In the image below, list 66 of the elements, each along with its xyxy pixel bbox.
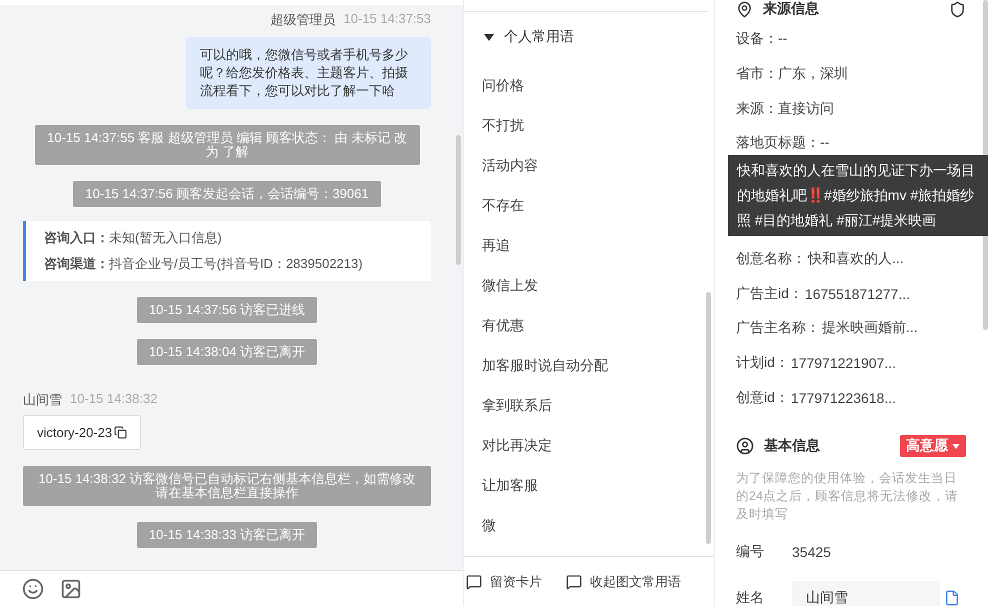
phrase-item[interactable]: 让加客服 bbox=[482, 466, 538, 506]
phrase-item[interactable]: 问价格 bbox=[482, 66, 524, 106]
notice-text: 为了保障您的使用体验，会话发生当日的24点之后，顾客信息将无法修改，请及时填写 bbox=[736, 470, 959, 524]
phrase-item[interactable]: 微信上发 bbox=[482, 266, 538, 306]
phrase-item[interactable]: 不存在 bbox=[482, 186, 524, 226]
phrase-item[interactable]: 有优惠 bbox=[482, 306, 524, 346]
system-notice: 10-15 14:37:56 访客已进线 bbox=[136, 297, 318, 323]
system-notice: 10-15 14:38:04 访客已离开 bbox=[136, 339, 318, 365]
row-label: 计划id： bbox=[736, 354, 789, 372]
group-label: 个人常用语 bbox=[504, 28, 574, 46]
action-button[interactable]: 留资卡片 bbox=[466, 572, 542, 590]
user-icon bbox=[736, 437, 754, 456]
sender-name: 超级管理员 bbox=[270, 11, 336, 29]
section-title: 来源信息 bbox=[763, 0, 819, 18]
scrollbar[interactable] bbox=[706, 292, 711, 544]
info-row: 省市：广东，深圳 bbox=[736, 65, 848, 84]
phrase-item[interactable]: 不打扰 bbox=[482, 106, 524, 146]
field-label: 编号 bbox=[736, 543, 765, 562]
copy-icon[interactable] bbox=[114, 426, 128, 439]
section-title: 基本信息 bbox=[764, 437, 820, 456]
row-label: 广告主名称： bbox=[736, 319, 820, 338]
phrase-item[interactable]: 微 bbox=[482, 506, 496, 546]
field-value: 35425 bbox=[792, 544, 831, 560]
info-row: 设备：-- bbox=[736, 30, 788, 48]
row-label: 创意名称： bbox=[736, 250, 806, 268]
image-icon[interactable] bbox=[60, 578, 82, 600]
system-notice: 10-15 14:38:32 访客微信号已自动标记右侧基本信息栏，如需修改请在基本信息栏直接操作 bbox=[23, 466, 431, 506]
message-time: 10-15 14:37:53 bbox=[344, 11, 431, 28]
phrase-item[interactable]: 拿到联系后 bbox=[482, 386, 552, 426]
row-value: 167551871277... bbox=[804, 286, 910, 302]
phrase-item[interactable]: 再追 bbox=[482, 226, 510, 266]
location-icon bbox=[736, 0, 753, 18]
system-notice: 10-15 14:37:56 顾客发起会话，会话编号：39061 bbox=[73, 181, 381, 207]
message-text: victory-20-23 bbox=[37, 425, 112, 440]
phrase-item[interactable]: 加客服时说自动分配 bbox=[482, 346, 608, 386]
document-icon[interactable] bbox=[944, 590, 960, 606]
caret-icon bbox=[952, 444, 960, 449]
row-value: 177971221907... bbox=[790, 355, 896, 372]
shield-icon[interactable] bbox=[949, 0, 966, 18]
row-label: 创意id： bbox=[736, 388, 789, 407]
info-line: 咨询入口：未知(暂无入口信息) bbox=[44, 229, 223, 247]
emoji-icon[interactable] bbox=[22, 578, 44, 600]
row-value: 快和喜欢的人... bbox=[808, 250, 904, 268]
info-line: 咨询渠道：抖音企业号/员工号(抖音号ID：2839502213) bbox=[44, 255, 364, 273]
row-label: 广告主id： bbox=[736, 284, 803, 303]
input-field[interactable]: 山间雪 bbox=[792, 581, 940, 606]
action-button[interactable]: 收起图文常用语 bbox=[566, 572, 681, 590]
row-value: 177971223618... bbox=[790, 390, 896, 406]
field-label: 姓名 bbox=[736, 589, 765, 606]
scrollbar[interactable] bbox=[983, 0, 988, 330]
message-icon bbox=[566, 574, 582, 590]
intent-tag[interactable]: 高意愿 bbox=[900, 435, 966, 458]
phrase-group-header[interactable]: 个人常用语 bbox=[464, 12, 714, 46]
row-value: 提米映画婚前... bbox=[822, 319, 918, 338]
scrollbar[interactable] bbox=[456, 135, 461, 265]
message-bubble: 可以的哦，您微信号或者手机号多少呢？给您发价格表、主题客片、拍摄流程看下，您可以对比了解一下哈 bbox=[186, 37, 431, 109]
phrase-item[interactable]: 活动内容 bbox=[482, 146, 538, 186]
phrase-item[interactable]: 对比再决定 bbox=[482, 426, 552, 466]
sender-name: 山间雪 bbox=[23, 391, 62, 409]
tooltip: 快和喜欢的人在雪山的见证下办一场目的地婚礼吧‼#婚纱旅拍mv #旅拍婚纱照 #目的地婚礼 #丽江#提米映画 bbox=[728, 154, 988, 236]
system-notice: 10-15 14:37:55 客服 超级管理员 编辑 顾客状态： 由 未标记 改为 了解 bbox=[34, 125, 420, 165]
message-time: 10-15 14:38:32 bbox=[70, 391, 158, 408]
info-row: 落地页标题：-- bbox=[736, 134, 830, 152]
info-row: 来源：直接访问 bbox=[736, 100, 834, 118]
message-icon bbox=[466, 574, 482, 590]
system-notice: 10-15 14:38:33 访客已离开 bbox=[136, 522, 318, 548]
